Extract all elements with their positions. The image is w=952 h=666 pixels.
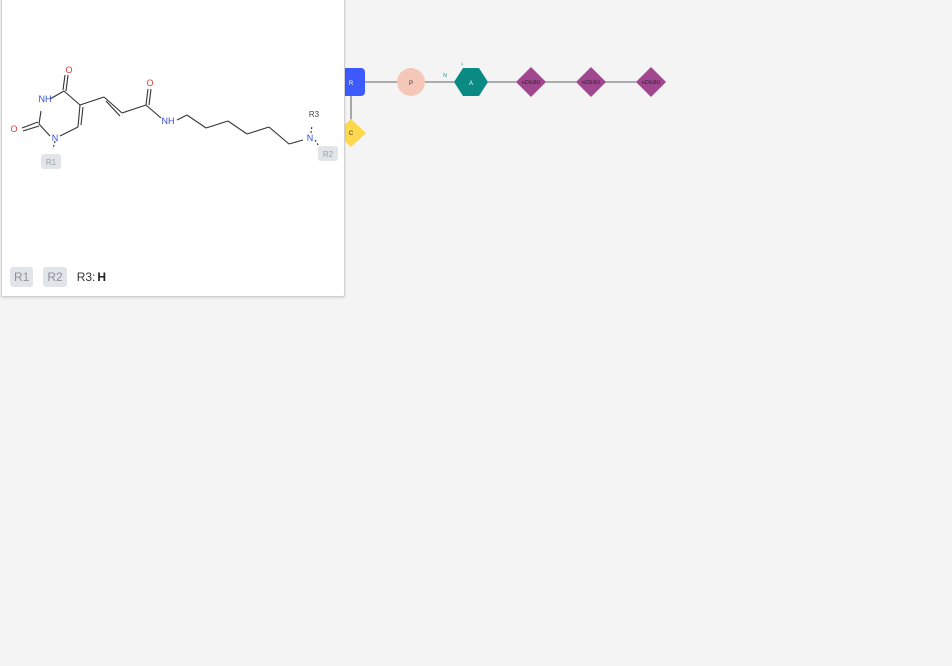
r2-attachment-label: R2 xyxy=(323,150,334,159)
monomer-node-label: nC6n5U xyxy=(522,80,541,86)
atom-nh-ring: NH xyxy=(39,94,52,104)
base-node-label: C xyxy=(349,131,354,137)
r3-prefix: R3: xyxy=(76,270,96,284)
monomer-node-a[interactable]: A xyxy=(454,68,488,96)
r1-chip: R1 xyxy=(10,267,34,287)
monomer-structure-popup: O NH O N O NH N R3 R1 R2 R1 R2 R3: H xyxy=(1,0,345,297)
atom-nh-amide: NH xyxy=(162,116,175,126)
monomer-node-nc6n5u-2[interactable]: nC6n5U xyxy=(576,67,606,97)
atom-oxygen: O xyxy=(10,124,17,134)
terminus-n-label: N xyxy=(443,73,447,79)
monomer-node-nc6n5u-3[interactable]: nC6n5U xyxy=(636,67,666,97)
monomer-node-label: nC6n5U xyxy=(582,80,601,86)
atom-oxygen-amide: O xyxy=(146,78,153,88)
atom-n-ring: N xyxy=(52,133,59,143)
phosphate-node-label: P xyxy=(409,81,413,87)
monomer-node-nc6n5u-1[interactable]: nC6n5U xyxy=(516,67,546,97)
chemical-structure: O NH O N O NH N R3 R1 R2 xyxy=(10,65,338,169)
r3-cap-info: R3: H xyxy=(77,270,106,284)
atom-n-terminal: N xyxy=(307,133,314,143)
r1-attachment-label: R1 xyxy=(46,158,57,167)
position-one-label: 1 xyxy=(461,61,464,66)
r3-value: H xyxy=(97,270,107,284)
rgroup-footer: R1 R2 R3: H xyxy=(10,265,106,289)
r3-label: R3 xyxy=(309,110,320,119)
atom-oxygen: O xyxy=(65,65,72,75)
monomer-node-label: nC6n5U xyxy=(642,80,661,86)
phosphate-node-p[interactable]: P xyxy=(397,68,425,96)
sugar-node-label: R xyxy=(349,81,354,87)
r2-chip: R2 xyxy=(43,267,67,287)
monomer-node-a-label: A xyxy=(469,81,473,87)
